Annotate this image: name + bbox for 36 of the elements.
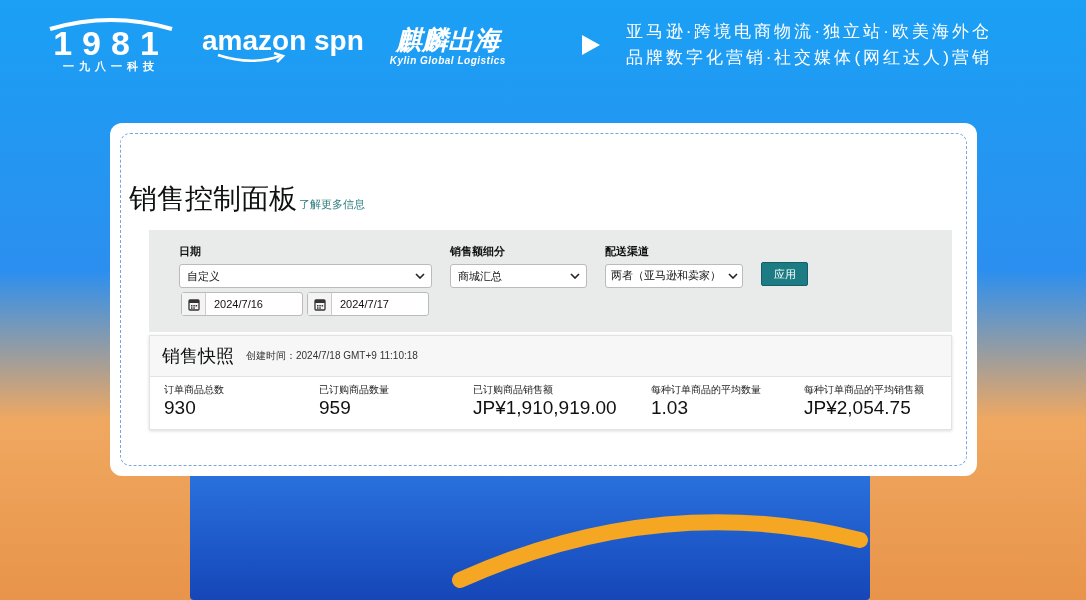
chevron-down-icon [415,273,425,279]
metric-value: 959 [319,397,352,419]
tagline-text: 亚马逊·跨境电商物流·独立站·欧美海外仓 [625,21,992,43]
logo-caption: Kylin Global Logistics [389,54,506,66]
metric-value: 930 [164,397,197,419]
metric-value: 1.03 [651,397,689,419]
filter-label: 日期 [179,244,202,259]
metric-value: JP¥2,054.75 [804,397,912,419]
dropdown[interactable]: 自定义 [179,264,432,288]
dropdown[interactable]: 商城汇总 [450,264,587,288]
calendar-icon [313,297,326,311]
logo-caption: 一九八一科技 [63,58,159,74]
page-title: 销售控制面板 [129,182,297,216]
metric-label: 订单商品总数 [164,383,225,397]
calendar-icon [187,297,200,311]
timestamp: 创建时间：2024/7/18 GMT+9 11:10:18 [246,349,418,363]
date-field[interactable]: 2024/7/17 [307,292,429,316]
filter-label: 销售额细分 [450,244,506,259]
play-icon [581,35,600,55]
smile-arrow-icon [216,52,286,64]
logo-text: 1981 [53,26,169,59]
tagline-text: 品牌数字化营销·社交媒体(网红达人)营销 [625,47,992,69]
metric-value: JP¥1,910,919.00 [473,397,618,419]
metric-label: 已订购商品销售额 [473,383,554,397]
date-field[interactable]: 2024/7/16 [181,292,303,316]
section-title: 销售快照 [162,345,234,368]
metric-label: 每种订单商品的平均销售额 [804,383,925,397]
metric-label: 已订购商品数量 [319,383,390,397]
chevron-down-icon [570,273,580,279]
dropdown[interactable]: 两者（亚马逊和卖家） [605,264,743,288]
metric-label: 每种订单商品的平均数量 [651,383,762,397]
apply-button[interactable]: 应用 [761,262,808,286]
chevron-down-icon [728,273,738,279]
filter-label: 配送渠道 [605,244,650,259]
logo-text: amazon spn [202,26,364,56]
learn-more-link[interactable]: 了解更多信息 [299,197,365,212]
